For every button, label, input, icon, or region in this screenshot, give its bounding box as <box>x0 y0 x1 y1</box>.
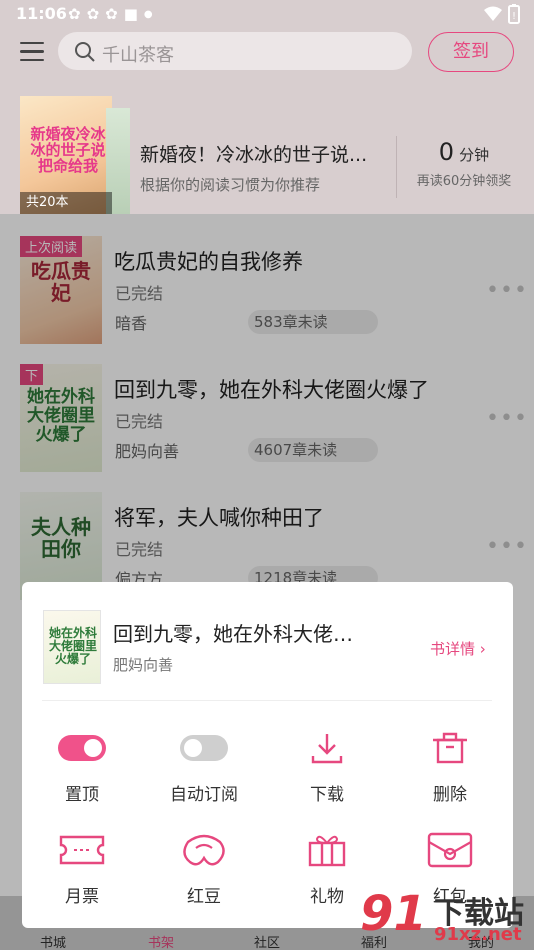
sheet-book-cover[interactable]: 她在外科大佬圈里火爆了 <box>43 610 101 684</box>
action-label: 置顶 <box>65 785 99 805</box>
monthly-ticket-action[interactable]: 月票 <box>26 830 138 907</box>
watermark-logo: 91 <box>360 886 427 942</box>
recommend-cover-title: 新婚夜冷冰冰的世子说把命给我 <box>30 125 106 175</box>
wifi-icon <box>484 6 502 21</box>
status-time: 11:06 <box>16 4 67 23</box>
divider <box>42 700 492 701</box>
recommend-subtitle: 根据你的阅读习惯为你推荐 <box>140 176 321 194</box>
red-bean-icon <box>183 834 225 866</box>
auto-subscribe-action[interactable]: 自动订阅 <box>148 728 260 805</box>
app-notification-icon: ✿ <box>105 5 118 23</box>
sheet-book-author: 肥妈向善 <box>113 656 174 674</box>
watermark-url: 91xz.net <box>434 924 522 945</box>
minutes-unit: 分钟 <box>459 146 490 164</box>
sheet-book-title: 回到九零，她在外科大佬… <box>113 622 353 646</box>
site-watermark: 91 下载站 91xz.net <box>360 884 534 950</box>
action-label: 红豆 <box>187 887 221 907</box>
svg-text:!: ! <box>512 11 516 22</box>
app-notification-icon: ✿ <box>68 5 81 23</box>
app-notification-icon: ✿ <box>86 5 100 23</box>
divider <box>396 136 397 198</box>
pin-top-action[interactable]: 置顶 <box>26 728 138 805</box>
minutes-value: 0 <box>438 138 455 166</box>
download-icon <box>311 734 343 764</box>
download-action[interactable]: 下载 <box>271 728 383 805</box>
delete-action[interactable]: 删除 <box>394 728 506 805</box>
dot-icon: ● <box>143 8 153 20</box>
action-label: 下载 <box>310 785 344 805</box>
red-bean-action[interactable]: 红豆 <box>148 830 260 907</box>
search-bar[interactable]: 千山茶客 <box>58 32 412 70</box>
toggle-off-icon[interactable] <box>180 735 228 761</box>
recommend-title[interactable]: 新婚夜！冷冰冰的世子说... <box>140 140 367 167</box>
signin-button[interactable]: 签到 <box>428 32 514 72</box>
search-placeholder: 千山茶客 <box>102 45 174 66</box>
recommend-cover[interactable]: 新婚夜冷冰冰的世子说把命给我 共20本 <box>20 96 130 214</box>
status-bar: 11:06 ✿ ✿ ✿ ■ ● ! <box>0 0 534 28</box>
sheet-cover-title: 她在外科大佬圈里火爆了 <box>48 626 97 666</box>
action-label: 删除 <box>433 785 467 805</box>
menu-icon[interactable] <box>20 42 44 62</box>
book-action-sheet: 她在外科大佬圈里火爆了 回到九零，她在外科大佬… 肥妈向善 书详情 › 置顶 自… <box>22 582 513 928</box>
action-label: 自动订阅 <box>170 785 238 805</box>
trash-icon <box>433 732 467 764</box>
toggle-on-icon[interactable] <box>58 735 106 761</box>
ticket-icon <box>59 835 105 865</box>
battery-icon: ! <box>508 4 520 24</box>
book-detail-link[interactable]: 书详情 › <box>430 638 486 659</box>
minutes-tip: 再读60分钟领奖 <box>416 174 512 189</box>
search-icon <box>75 42 95 62</box>
action-label: 月票 <box>65 887 99 907</box>
reading-minutes[interactable]: 0 分钟 再读60分钟领奖 <box>416 138 512 189</box>
notification-icons: ✿ ✿ ✿ ■ ● <box>68 5 153 23</box>
recommend-count-badge: 共20本 <box>20 192 112 214</box>
square-notification-icon: ■ <box>123 5 138 23</box>
red-packet-icon <box>427 832 473 868</box>
header: 千山茶客 签到 新婚夜冷冰冰的世子说把命给我 共20本 新婚夜！冷冰冰的世子说.… <box>0 28 534 214</box>
gift-icon <box>308 835 346 867</box>
